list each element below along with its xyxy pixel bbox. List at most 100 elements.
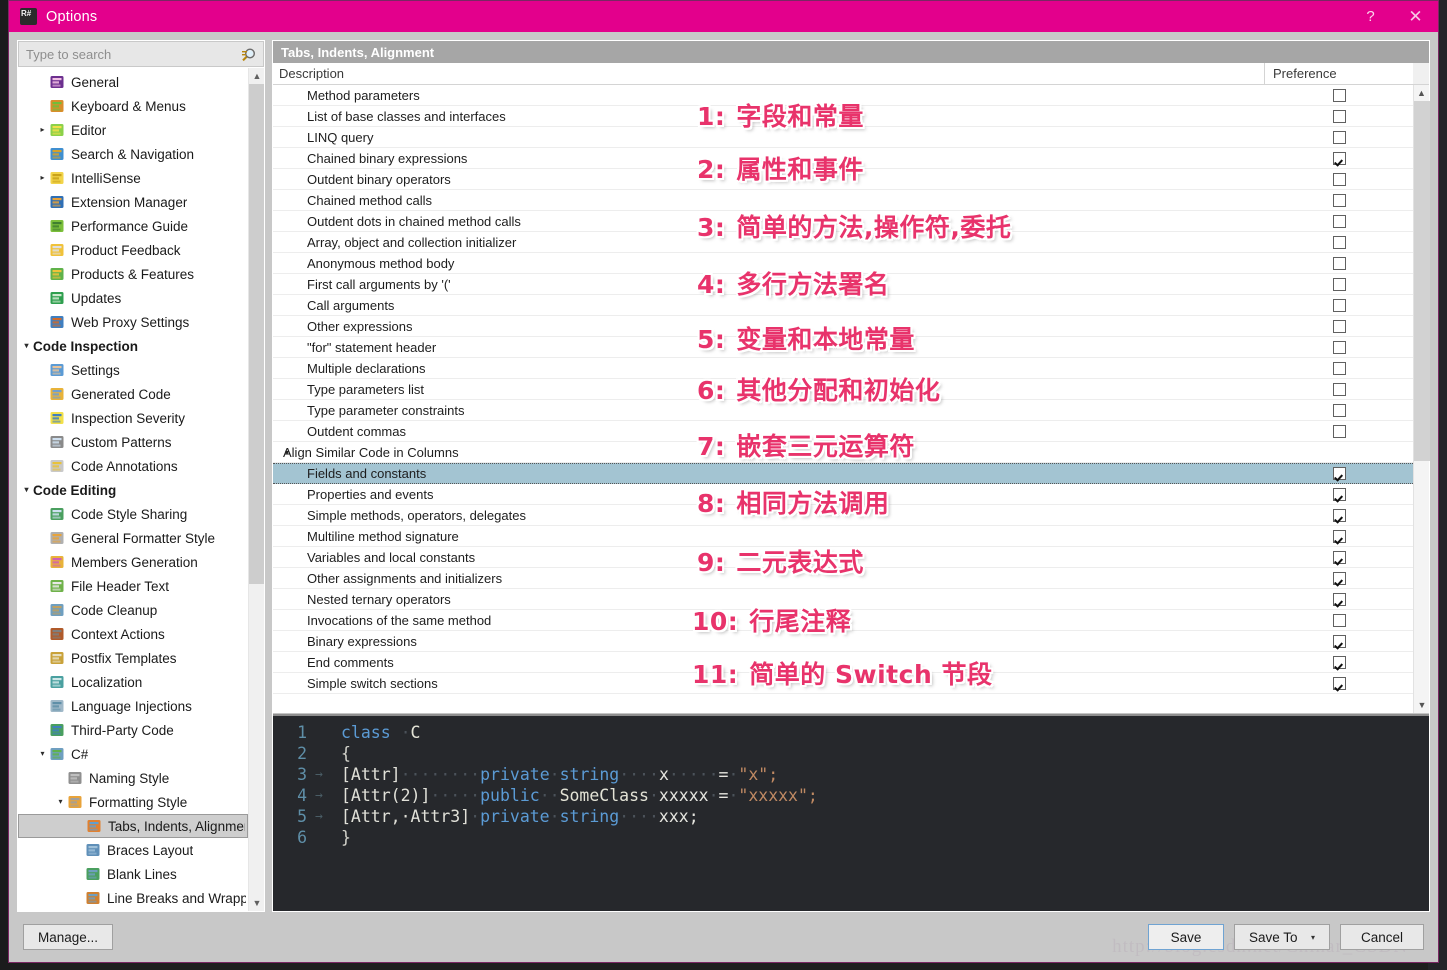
sidebar-item-code-cleanup[interactable]: Code Cleanup [18, 598, 248, 622]
sidebar-item-localization[interactable]: Localization [18, 670, 248, 694]
checkbox-checked[interactable] [1332, 529, 1346, 543]
sidebar-scrollbar[interactable]: ▲ ▼ [248, 68, 264, 911]
row-preference-cell[interactable] [1265, 652, 1413, 672]
row-preference-cell[interactable] [1265, 253, 1413, 273]
sidebar-item-general-formatter-style[interactable]: General Formatter Style [18, 526, 248, 550]
sidebar-item-generated-code[interactable]: Generated Code [18, 382, 248, 406]
cancel-button[interactable]: Cancel [1340, 924, 1424, 950]
sidebar-item-file-header-text[interactable]: File Header Text [18, 574, 248, 598]
checkbox-checked[interactable] [1332, 676, 1346, 690]
row-preference-cell[interactable] [1265, 673, 1413, 693]
sidebar-item-performance-guide[interactable]: Performance Guide [18, 214, 248, 238]
sidebar-item-language-injections[interactable]: Language Injections [18, 694, 248, 718]
column-header-description[interactable]: Description [273, 63, 1265, 84]
row-preference-cell[interactable] [1265, 379, 1413, 399]
row-preference-cell[interactable] [1265, 568, 1413, 588]
sidebar-item-c[interactable]: ▾ C# [18, 742, 248, 766]
checkbox-unchecked[interactable] [1332, 382, 1346, 396]
row-preference-cell[interactable] [1265, 232, 1413, 252]
scroll-down-icon[interactable]: ▼ [249, 895, 264, 911]
row-preference-cell[interactable] [1265, 148, 1413, 168]
search-input[interactable] [26, 46, 226, 62]
sidebar-item-line-breaks-and-wrappir[interactable]: Line Breaks and Wrappir [18, 886, 248, 910]
row-preference-cell[interactable] [1265, 400, 1413, 420]
sidebar-item-members-generation[interactable]: Members Generation [18, 550, 248, 574]
sidebar-item-custom-patterns[interactable]: Custom Patterns [18, 430, 248, 454]
row-preference-cell[interactable] [1265, 211, 1413, 231]
sidebar-item-extension-manager[interactable]: Extension Manager [18, 190, 248, 214]
sidebar-item-inspection-severity[interactable]: Inspection Severity [18, 406, 248, 430]
sidebar-item-updates[interactable]: Updates [18, 286, 248, 310]
checkbox-unchecked[interactable] [1332, 277, 1346, 291]
sidebar-item-third-party-code[interactable]: Third-Party Code [18, 718, 248, 742]
search-icon[interactable] [240, 46, 257, 63]
checkbox-unchecked[interactable] [1332, 172, 1346, 186]
checkbox-checked[interactable] [1332, 151, 1346, 165]
row-preference-cell[interactable] [1265, 526, 1413, 546]
row-preference-cell[interactable] [1265, 337, 1413, 357]
sidebar-item-code-editing[interactable]: ▾ Code Editing [18, 478, 248, 502]
row-preference-cell[interactable] [1265, 295, 1413, 315]
sidebar-item-intellisense[interactable]: ▸ IntelliSense [18, 166, 248, 190]
save-button[interactable]: Save [1148, 924, 1224, 950]
sidebar-item-braces-layout[interactable]: Braces Layout [18, 838, 248, 862]
sidebar-item-keyboard-menus[interactable]: Keyboard & Menus [18, 94, 248, 118]
expander-icon[interactable]: ▸ [36, 126, 49, 134]
sidebar-item-formatting-style[interactable]: ▾ Formatting Style [18, 790, 248, 814]
scroll-up-icon[interactable]: ▲ [249, 68, 264, 84]
expander-icon[interactable]: ▾ [20, 342, 33, 350]
grid-scroll-thumb[interactable] [1414, 101, 1430, 461]
checkbox-unchecked[interactable] [1332, 130, 1346, 144]
group-expander-icon[interactable]: ▾ [285, 448, 289, 457]
sidebar-item-products-features[interactable]: Products & Features [18, 262, 248, 286]
row-preference-cell[interactable] [1265, 442, 1413, 462]
sidebar-item-code-style-sharing[interactable]: Code Style Sharing [18, 502, 248, 526]
checkbox-unchecked[interactable] [1332, 298, 1346, 312]
row-preference-cell[interactable] [1265, 169, 1413, 189]
checkbox-unchecked[interactable] [1332, 88, 1346, 102]
expander-icon[interactable]: ▾ [54, 798, 67, 806]
checkbox-checked[interactable] [1332, 508, 1346, 522]
manage-button[interactable]: Manage... [23, 924, 114, 950]
sidebar-item-code-inspection[interactable]: ▾ Code Inspection [18, 334, 248, 358]
sidebar-item-product-feedback[interactable]: Product Feedback [18, 238, 248, 262]
checkbox-unchecked[interactable] [1332, 403, 1346, 417]
checkbox-checked[interactable] [1332, 467, 1346, 480]
row-preference-cell[interactable] [1265, 421, 1413, 441]
settings-tree[interactable]: General Keyboard & Menus ▸ Editor Search & N… [18, 68, 248, 911]
sidebar-item-settings[interactable]: Settings [18, 358, 248, 382]
sidebar-scroll-thumb[interactable] [249, 84, 264, 584]
sidebar-item-general[interactable]: General [18, 70, 248, 94]
close-button[interactable]: ✕ [1393, 1, 1438, 32]
checkbox-unchecked[interactable] [1332, 235, 1346, 249]
sidebar-item-naming-style[interactable]: Naming Style [18, 766, 248, 790]
row-preference-cell[interactable] [1265, 106, 1413, 126]
table-row[interactable]: Fields and constants [273, 463, 1413, 484]
row-preference-cell[interactable] [1265, 190, 1413, 210]
checkbox-unchecked[interactable] [1332, 109, 1346, 123]
row-preference-cell[interactable] [1265, 85, 1413, 105]
sidebar-item-context-actions[interactable]: Context Actions [18, 622, 248, 646]
checkbox-checked[interactable] [1332, 634, 1346, 648]
checkbox-unchecked[interactable] [1332, 361, 1346, 375]
checkbox-checked[interactable] [1332, 655, 1346, 669]
row-preference-cell[interactable] [1265, 316, 1413, 336]
checkbox-unchecked[interactable] [1332, 319, 1346, 333]
row-preference-cell[interactable] [1265, 464, 1413, 483]
row-preference-cell[interactable] [1265, 274, 1413, 294]
row-preference-cell[interactable] [1265, 589, 1413, 609]
row-preference-cell[interactable] [1265, 127, 1413, 147]
sidebar-item-search-navigation[interactable]: Search & Navigation [18, 142, 248, 166]
checkbox-unchecked[interactable] [1332, 613, 1346, 627]
sidebar-item-tabs-indents-alignment[interactable]: Tabs, Indents, Alignment [18, 814, 248, 838]
row-preference-cell[interactable] [1265, 484, 1413, 504]
grid-scroll-up-icon[interactable]: ▲ [1414, 85, 1429, 101]
expander-icon[interactable]: ▸ [36, 174, 49, 182]
checkbox-checked[interactable] [1332, 571, 1346, 585]
help-button[interactable]: ? [1348, 1, 1393, 32]
row-preference-cell[interactable] [1265, 505, 1413, 525]
checkbox-checked[interactable] [1332, 550, 1346, 564]
row-preference-cell[interactable] [1265, 610, 1413, 630]
sidebar-item-code-annotations[interactable]: Code Annotations [18, 454, 248, 478]
checkbox-unchecked[interactable] [1332, 214, 1346, 228]
